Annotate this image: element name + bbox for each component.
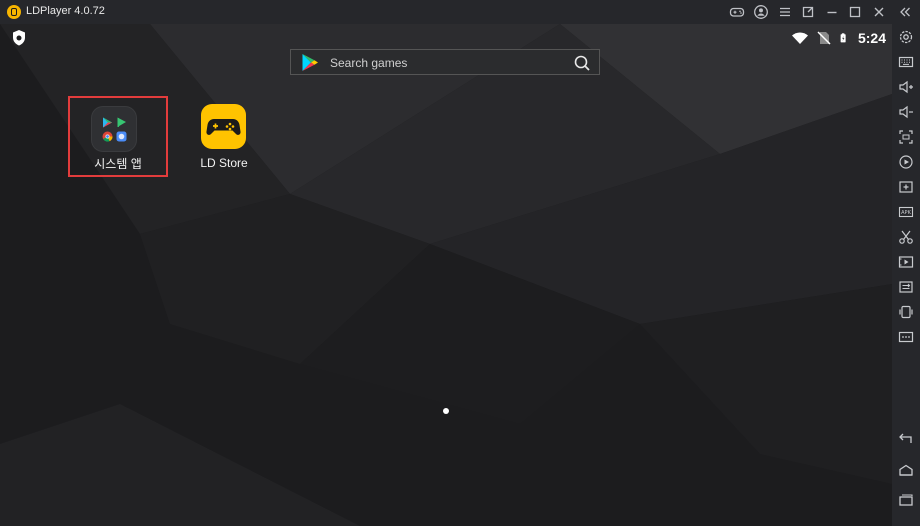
back-icon[interactable]	[897, 430, 915, 448]
status-bar: 5:24	[791, 28, 886, 48]
android-home-screen: 5:24 Search games 시스템 앱 LD Store	[0, 24, 892, 526]
more-icon[interactable]	[897, 328, 915, 346]
record-icon[interactable]	[897, 153, 915, 171]
shield-icon	[13, 30, 25, 46]
add-app-icon[interactable]	[897, 178, 915, 196]
app-ld-store[interactable]: LD Store	[196, 104, 252, 174]
messages-mini-icon	[116, 131, 127, 142]
collapse-sidebar-icon[interactable]	[896, 3, 914, 21]
app-system-apps[interactable]: 시스템 앱	[68, 96, 168, 177]
apk-install-icon[interactable]: APK	[897, 203, 915, 221]
svg-text:APK: APK	[901, 210, 911, 216]
play-store-mini-icon	[103, 117, 112, 128]
no-sim-icon	[817, 31, 831, 45]
gamepad-icon[interactable]	[728, 3, 746, 21]
volume-up-icon[interactable]	[897, 78, 915, 96]
battery-charging-icon	[840, 33, 846, 43]
app-label: 시스템 앱	[94, 157, 142, 171]
video-icon[interactable]	[897, 253, 915, 271]
close-icon[interactable]	[870, 3, 888, 21]
recent-apps-icon[interactable]	[897, 491, 915, 509]
play-games-mini-icon	[117, 117, 126, 127]
page-indicator-dot	[443, 408, 449, 414]
shake-icon[interactable]	[897, 303, 915, 321]
volume-down-icon[interactable]	[897, 103, 915, 121]
fullscreen-icon[interactable]	[897, 128, 915, 146]
minimize-icon[interactable]	[823, 3, 841, 21]
keyboard-icon[interactable]	[897, 53, 915, 71]
settings-icon[interactable]	[897, 28, 915, 46]
scissors-icon[interactable]	[897, 228, 915, 246]
shared-folder-icon[interactable]	[897, 278, 915, 296]
window-titlebar: LDPlayer 4.0.72	[0, 0, 920, 24]
status-time: 5:24	[857, 30, 886, 46]
right-toolbar: APK	[892, 24, 920, 526]
search-bar[interactable]: Search games	[290, 49, 600, 75]
menu-icon[interactable]	[776, 3, 794, 21]
google-play-icon	[302, 54, 318, 71]
home-icon[interactable]	[897, 461, 915, 479]
account-icon[interactable]	[752, 3, 770, 21]
search-icon[interactable]	[573, 54, 591, 72]
app-label: LD Store	[200, 156, 248, 170]
maximize-icon[interactable]	[846, 3, 864, 21]
ld-store-icon	[201, 104, 246, 149]
window-title: LDPlayer 4.0.72	[26, 5, 105, 17]
search-input[interactable]: Search games	[330, 56, 407, 70]
popout-icon[interactable]	[799, 3, 817, 21]
ldplayer-logo-icon	[7, 5, 21, 19]
wifi-icon	[791, 32, 808, 44]
system-apps-folder-icon	[92, 107, 136, 151]
chrome-mini-icon	[102, 131, 113, 142]
